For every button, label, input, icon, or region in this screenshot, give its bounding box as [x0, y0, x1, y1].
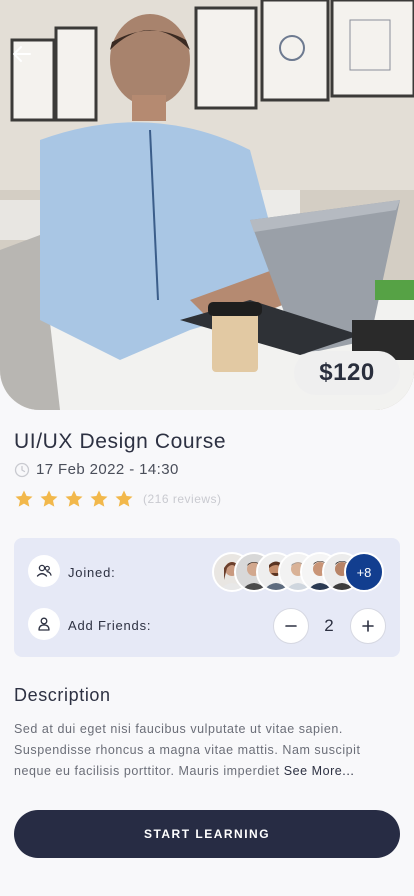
course-title: UI/UX Design Course: [14, 430, 227, 453]
decrease-friends-button[interactable]: [273, 608, 309, 644]
friends-icon-wrap: [28, 608, 60, 640]
star-icon: [40, 490, 58, 507]
course-datetime: 17 Feb 2022 - 14:30: [14, 461, 179, 478]
arrow-left-icon: [13, 46, 31, 62]
user-icon: [38, 617, 50, 631]
course-hero-image: $120: [0, 0, 414, 410]
start-learning-button[interactable]: START LEARNING: [14, 810, 400, 858]
star-icon: [65, 490, 83, 507]
price-badge: $120: [294, 351, 400, 395]
see-more-link[interactable]: See More...: [284, 764, 355, 778]
back-button[interactable]: [10, 42, 38, 70]
star-icon: [15, 490, 33, 507]
hero-photo: [0, 0, 414, 410]
minus-icon: [285, 625, 297, 627]
friends-count: 2: [324, 616, 334, 635]
increase-friends-button[interactable]: [350, 608, 386, 644]
users-icon: [36, 564, 52, 577]
clock-icon: [14, 462, 30, 477]
joined-icon-wrap: [28, 555, 60, 587]
description-text: Sed at dui eget nisi faucibus vulputate …: [14, 719, 402, 782]
reviews-count: (216 reviews): [143, 492, 222, 506]
joined-avatars[interactable]: +8: [212, 552, 384, 592]
participants-card: Joined: +8 Add Friends: 2: [14, 538, 400, 657]
description-heading: Description: [14, 685, 111, 705]
joined-label: Joined:: [68, 565, 116, 580]
star-icon: [115, 490, 133, 507]
more-participants-badge[interactable]: +8: [344, 552, 384, 592]
datetime-text: 17 Feb 2022 - 14:30: [36, 461, 179, 478]
add-friends-label: Add Friends:: [68, 618, 152, 633]
star-icon: [90, 490, 108, 507]
plus-icon: [362, 620, 374, 632]
rating: (216 reviews): [14, 489, 222, 509]
